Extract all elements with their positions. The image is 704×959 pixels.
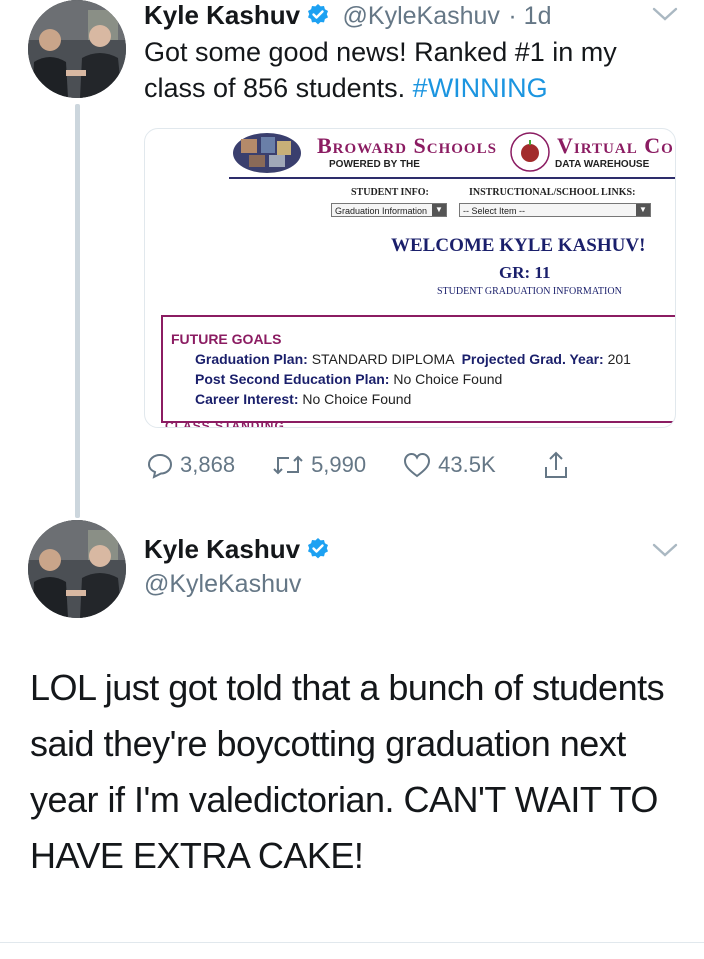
future-goals-title: FUTURE GOALS (171, 331, 282, 347)
logo-text-left: Broward Schools (317, 133, 497, 158)
career-value: No Choice Found (302, 391, 412, 407)
dropdown-arrow-icon: ▼ (432, 204, 446, 216)
student-info-select[interactable]: Graduation Information ▼ (331, 203, 447, 217)
class-standing-title: CLASS STANDING (165, 419, 285, 428)
projected-label: Projected Grad. Year: (461, 351, 604, 367)
retweet-button[interactable]: 5,990 (271, 451, 366, 479)
tweet2-text: LOL just got told that a bunch of studen… (30, 667, 665, 876)
tweet2-author-name[interactable]: Kyle Kashuv (144, 534, 300, 564)
links-select-value: -- Select Item -- (463, 206, 526, 216)
tweet1-actions: 3,868 5,990 43.5K (146, 450, 612, 480)
school-logo-icon (231, 131, 303, 180)
tweet2-avatar[interactable] (28, 520, 126, 618)
bottom-divider (0, 942, 704, 943)
post-second-label: Post Second Education Plan: (195, 371, 390, 387)
apple-seal-icon (509, 131, 551, 178)
post-second-value: No Choice Found (393, 371, 503, 387)
thread-line (75, 104, 80, 518)
retweet-count: 5,990 (311, 452, 367, 477)
like-button[interactable]: 43.5K (402, 451, 496, 479)
chevron-down-icon[interactable] (652, 542, 678, 563)
student-info-label: STUDENT INFO: (351, 187, 429, 198)
logo-text-right: Virtual Co (557, 133, 674, 158)
tweet2-handle[interactable]: @KyleKashuv (144, 570, 301, 599)
grad-plan-label: Graduation Plan: (195, 351, 308, 367)
tweet1-handle[interactable]: @KyleKashuv (343, 2, 500, 30)
links-select[interactable]: -- Select Item -- ▼ (459, 203, 651, 217)
reply-button[interactable]: 3,868 (146, 451, 235, 479)
tweet1-image-card[interactable]: Broward Schools Virtual Co POWERED BY TH… (144, 128, 676, 428)
share-icon (544, 451, 567, 478)
tweet1-header: Kyle Kashuv @KyleKashuv · 1d (144, 0, 551, 31)
grade-heading: GR: 11 (499, 263, 551, 282)
career-line: Career Interest: No Choice Found (195, 391, 411, 407)
verified-badge-icon (306, 537, 330, 561)
verified-badge-icon (306, 3, 330, 27)
student-info-select-value: Graduation Information (335, 206, 428, 216)
reply-icon (147, 453, 173, 479)
projected-value: 201 (607, 351, 631, 367)
tweet1-timestamp[interactable]: · 1d (508, 2, 551, 30)
header-rule (229, 177, 675, 179)
heart-icon (404, 452, 431, 478)
hashtag-link[interactable]: #WINNING (413, 73, 548, 103)
career-label: Career Interest: (195, 391, 299, 407)
powered-by-text: POWERED BY THE (329, 159, 420, 170)
welcome-heading: WELCOME KYLE KASHUV! (391, 235, 646, 256)
tweet1-text: Got some good news! Ranked #1 in my clas… (144, 34, 684, 106)
graduation-info-subheading: STUDENT GRADUATION INFORMATION (437, 286, 622, 297)
dropdown-arrow-icon: ▼ (636, 204, 650, 216)
data-warehouse-text: DATA WAREHOUSE (555, 159, 650, 170)
grad-plan-value: STANDARD DIPLOMA (311, 351, 454, 367)
chevron-down-icon[interactable] (652, 6, 678, 27)
retweet-icon (273, 455, 303, 475)
links-label: INSTRUCTIONAL/SCHOOL LINKS: (469, 187, 636, 198)
reply-count: 3,868 (180, 452, 236, 477)
tweet1-author-name[interactable]: Kyle Kashuv (144, 0, 300, 30)
tweet2-header: Kyle Kashuv (144, 534, 330, 565)
post-second-line: Post Second Education Plan: No Choice Fo… (195, 371, 502, 387)
future-goals-box: FUTURE GOALS Graduation Plan: STANDARD D… (161, 315, 675, 423)
like-count: 43.5K (438, 452, 496, 477)
graduation-plan-line: Graduation Plan: STANDARD DIPLOMA Projec… (195, 351, 631, 367)
tweet1-avatar[interactable] (28, 0, 126, 98)
share-button[interactable] (542, 450, 576, 480)
